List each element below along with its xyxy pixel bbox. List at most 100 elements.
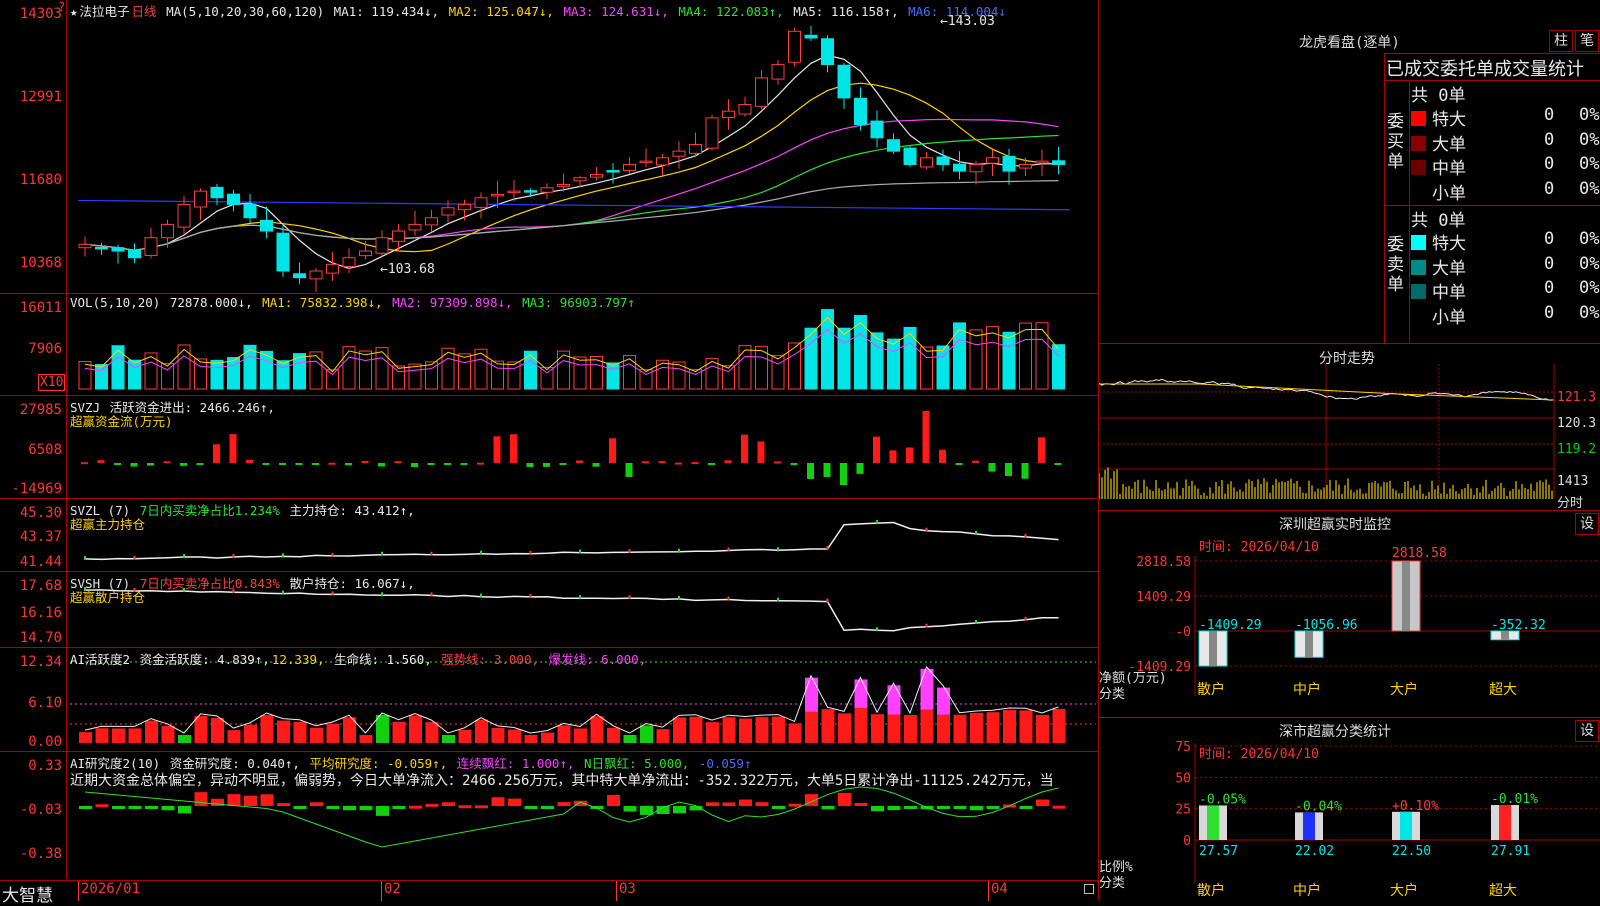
activity-bar bbox=[887, 714, 901, 743]
holding-tick bbox=[876, 627, 878, 632]
sz-category: 大户 bbox=[1390, 681, 1418, 698]
price-pane[interactable]: 14303 12991 11680 10368 ? ★ 法拉电子 日线 MA(5,1… bbox=[0, 0, 1098, 294]
candle bbox=[425, 217, 438, 226]
flow-bar bbox=[295, 463, 303, 465]
holding-tick bbox=[1024, 533, 1027, 538]
sc-xlabel: 分类 bbox=[1099, 876, 1126, 891]
ai-activity-pane[interactable]: 12.34 6.10 0.00 AI活跃度2 资金活跃度: 4.839↑, 12.… bbox=[0, 648, 1098, 752]
sell-label: 委卖单 bbox=[1387, 235, 1404, 295]
research-bar bbox=[310, 802, 323, 806]
volume-bar bbox=[837, 327, 851, 390]
volume-bar bbox=[771, 355, 785, 390]
sc-tick: 25 bbox=[1175, 803, 1191, 818]
flow-bar bbox=[988, 463, 996, 472]
candle bbox=[788, 30, 801, 63]
sc-category: 中户 bbox=[1293, 882, 1321, 899]
row-percent: 0% bbox=[1579, 253, 1600, 274]
activity-bar bbox=[838, 713, 851, 743]
activity-bar bbox=[458, 729, 472, 743]
holding-tick bbox=[925, 623, 928, 628]
vol-ma2: MA2: 97309.898↓, bbox=[392, 295, 513, 310]
tab-order-stats[interactable]: 已成交委托单成交量统计 bbox=[1386, 55, 1584, 81]
svzl-pane[interactable]: 45.30 43.37 41.44 SVZL (7) 7日内买卖净占比1.234… bbox=[0, 499, 1098, 572]
ma1: MA1: 119.434↓, bbox=[333, 4, 440, 19]
candle bbox=[95, 246, 108, 250]
research-bar bbox=[277, 803, 290, 807]
flow-bar bbox=[972, 460, 979, 463]
vol-legend: VOL(5,10,20) 72878.000↓, MA1: 75832.398↓… bbox=[70, 295, 637, 310]
activity-bar bbox=[1052, 708, 1066, 743]
flow-bar bbox=[361, 460, 369, 463]
flow-bar bbox=[229, 434, 237, 463]
research-bar bbox=[409, 805, 422, 809]
row-label: 大单 bbox=[1432, 134, 1466, 155]
activity-bar bbox=[260, 715, 274, 743]
period-label[interactable]: 日线 bbox=[132, 4, 157, 19]
volume-bar bbox=[177, 344, 191, 390]
svzj-pane[interactable]: 27985 6508 -14969 SVZJ 活跃资金进出: 2466.246↑… bbox=[0, 396, 1098, 499]
buy-row: 大单 0 0% bbox=[1411, 130, 1600, 155]
row-count: 0 bbox=[1544, 105, 1555, 125]
flow-bar bbox=[543, 463, 550, 467]
research-bar bbox=[755, 802, 769, 806]
vol-def: VOL(5,10,20) bbox=[70, 295, 161, 310]
ai-strong: 强势线: 3.000, bbox=[433, 652, 539, 667]
candle bbox=[771, 64, 785, 80]
holding-tick bbox=[975, 530, 977, 535]
volume-bar bbox=[95, 364, 108, 390]
sz-monitor-panel: 深圳超赢实时监控 设 时间: 2026/04/10 2818.58 1409.29… bbox=[1098, 511, 1600, 718]
flow-bar bbox=[130, 463, 138, 467]
holding-tick bbox=[480, 593, 482, 598]
svsh-pane[interactable]: 17.68 16.16 14.70 SVSH (7) 7日内买卖净占比0.843… bbox=[0, 572, 1098, 648]
tick-mode-button[interactable]: 笔 bbox=[1575, 30, 1599, 52]
volume-bar bbox=[1035, 322, 1049, 390]
intraday-panel[interactable]: 分时走势 121.3 120.3 119.2 1413 分时 bbox=[1098, 344, 1600, 511]
activity-bar bbox=[359, 735, 373, 743]
sell-row: 大单 0 0% bbox=[1411, 254, 1600, 279]
candle bbox=[936, 156, 950, 165]
row-count: 0 bbox=[1544, 154, 1555, 174]
ai-research-pane[interactable]: 0.33 -0.03 -0.38 AI研究度2(10) 资金研究度: 0.040… bbox=[0, 752, 1098, 879]
fs-tick: 120.3 bbox=[1557, 416, 1597, 431]
lock-icon[interactable] bbox=[1084, 884, 1094, 894]
research-bar bbox=[425, 803, 439, 807]
volume-bar bbox=[1019, 322, 1032, 390]
bar-mode-button[interactable]: 柱 bbox=[1549, 30, 1573, 52]
activity-bar bbox=[739, 718, 752, 743]
sc-value-label: 27.57 bbox=[1199, 844, 1238, 859]
holding-tick bbox=[826, 598, 829, 603]
star-icon[interactable]: ★ bbox=[70, 4, 78, 19]
holding-tick bbox=[282, 553, 284, 558]
flow-bar bbox=[196, 463, 204, 465]
research-bar bbox=[706, 802, 719, 806]
flow-bar bbox=[1005, 463, 1012, 476]
holding-tick bbox=[331, 591, 334, 596]
longhu-title: 龙虎看盘(逐单) bbox=[1299, 35, 1400, 51]
candle bbox=[177, 203, 191, 228]
candle bbox=[507, 190, 521, 194]
sz-bar-label: -1056.96 bbox=[1295, 618, 1358, 633]
volume-pane[interactable]: 16011 7906 X10 VOL(5,10,20) 72878.000↓, … bbox=[0, 294, 1098, 396]
sc-change-label: -0.04% bbox=[1295, 799, 1342, 814]
sz-tick: 1409.29 bbox=[1136, 590, 1191, 605]
research-bar bbox=[458, 805, 472, 809]
flow-bar bbox=[477, 462, 484, 465]
activity-bar bbox=[425, 722, 439, 743]
research-comment: 近期大资金总体偏空，异动不明显，偏弱势，今日大单净流入：2466.256万元，其… bbox=[70, 773, 1054, 789]
research-bar bbox=[227, 794, 241, 806]
activity-bar bbox=[904, 714, 917, 743]
row-label: 中单 bbox=[1432, 283, 1466, 303]
research-bar bbox=[376, 806, 389, 816]
volume-bar bbox=[111, 345, 125, 390]
candle bbox=[887, 139, 900, 152]
activity-bar bbox=[491, 727, 505, 743]
activity-bar bbox=[392, 721, 406, 743]
intraday-chart[interactable] bbox=[1099, 344, 1600, 510]
res-nred: N日飘红: 5.000, bbox=[576, 756, 690, 771]
research-bar bbox=[821, 806, 835, 810]
candlestick-chart[interactable] bbox=[0, 0, 1098, 293]
flow-bar bbox=[889, 450, 897, 463]
buy-row: 中单 0 0% bbox=[1411, 154, 1600, 179]
ma5: MA5: 116.158↑, bbox=[793, 4, 899, 19]
candle bbox=[920, 157, 933, 168]
